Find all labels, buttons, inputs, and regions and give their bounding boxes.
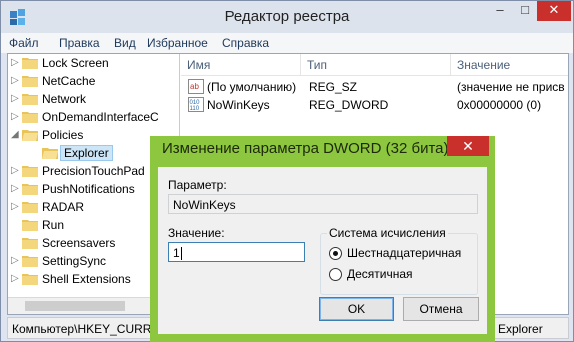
status-path-tail: Explorer [498,322,543,336]
collapse-arrow-icon[interactable]: ◢ [11,129,19,140]
tree-item-label: Shell Extensions [42,272,131,286]
string-value-icon: ab [188,79,204,94]
tree-item-label: RADAR [42,200,85,214]
expand-arrow-icon[interactable]: ▷ [11,255,19,266]
edit-dword-dialog: Изменение параметра DWORD (32 бита) ✕ Па… [150,136,495,342]
value-row-default[interactable]: ab (По умолчанию) REG_SZ (значение не пр… [181,78,568,96]
folder-icon [22,76,38,87]
value-type: REG_DWORD [309,98,389,112]
open-folder-icon [22,130,38,141]
value-name: (По умолчанию) [207,80,297,94]
radix-group-title: Система исчисления [327,226,448,240]
radix-hex-label: Шестнадцатеричная [347,246,462,260]
tree-item-network[interactable]: ▷ Network [8,90,179,108]
folder-icon [22,220,38,231]
value-type: REG_SZ [309,80,358,94]
folder-icon [22,202,38,213]
menu-help[interactable]: Справка [222,36,269,50]
folder-icon [22,94,38,105]
value-input-text: 1 [173,246,180,260]
binary-value-icon: 010110 [188,97,204,112]
value-label: Значение: [168,226,225,240]
menu-bar: Файл Правка Вид Избранное Справка [1,33,573,53]
close-button[interactable]: ✕ [537,1,571,21]
folder-icon [22,166,38,177]
value-name: NoWinKeys [207,98,270,112]
tree-item-label: PrecisionTouchPad [42,164,145,178]
tree-item-label: SettingSync [42,254,107,268]
value-data: 0x00000000 (0) [457,98,542,112]
folder-icon [22,238,38,249]
dialog-close-button[interactable]: ✕ [447,136,489,156]
value-row-nowinkeys[interactable]: 010 110 NoWinKeys REG_DWORD 0x00000000 (0… [181,96,568,114]
param-label: Параметр: [168,178,227,192]
menu-view[interactable]: Вид [114,36,136,50]
svg-text:110: 110 [190,106,200,112]
dialog-body: Параметр: NoWinKeys Значение: 1 Система … [158,167,487,334]
expand-arrow-icon[interactable]: ▷ [11,57,19,68]
tree-item-label: PushNotifications [42,182,135,196]
tree-item-label: Run [42,218,65,232]
tree-item-label: OnDemandInterfaceC [42,110,159,124]
minimize-button[interactable]: – [487,1,513,21]
tree-item-ondemandinterface[interactable]: ▷ OnDemandInterfaceC [8,108,179,126]
folder-icon [22,58,38,69]
radix-groupbox: Система исчисления Шестнадцатеричная Дес… [320,226,478,295]
menu-file[interactable]: Файл [9,36,39,50]
menu-favorites[interactable]: Избранное [147,36,208,50]
menu-edit[interactable]: Правка [59,36,100,50]
value-input[interactable]: 1 [168,242,305,262]
tree-item-label: Screensavers [42,236,116,250]
folder-icon [22,256,38,267]
text-caret [180,247,182,261]
maximize-button[interactable]: □ [513,1,537,21]
value-data: (значение не присв [457,80,565,94]
tree-item-netcache[interactable]: ▷ NetCache [8,72,179,90]
tree-item-label: NetCache [42,74,96,88]
ok-button[interactable]: OK [319,297,394,321]
expand-arrow-icon[interactable]: ▷ [11,93,19,104]
radix-dec-label: Десятичная [347,267,413,281]
tree-item-label: Explorer [60,145,113,161]
dialog-title: Изменение параметра DWORD (32 бита) [162,140,449,157]
svg-text:ab: ab [190,82,199,91]
param-name-field: NoWinKeys [168,194,478,214]
expand-arrow-icon[interactable]: ▷ [11,183,19,194]
folder-icon [22,184,38,195]
column-header-value[interactable]: Значение [451,54,568,76]
tree-item-label: Policies [42,128,84,142]
expand-arrow-icon[interactable]: ▷ [11,201,19,212]
expand-arrow-icon[interactable]: ▷ [11,111,19,122]
status-path: Компьютер\HKEY_CURREI [12,322,163,336]
expand-arrow-icon[interactable]: ▷ [11,165,19,176]
expand-arrow-icon[interactable]: ▷ [11,273,19,284]
tree-item-lock-screen[interactable]: ▷ Lock Screen [8,54,179,72]
column-header-type[interactable]: Тип [301,54,451,76]
tree-item-label: Network [42,92,87,106]
folder-icon [22,274,38,285]
radio-checked-icon[interactable] [329,247,342,260]
open-folder-icon [42,148,58,159]
folder-icon [22,112,38,123]
expand-arrow-icon[interactable]: ▷ [11,75,19,86]
radio-unchecked-icon[interactable] [329,268,342,281]
column-header-name[interactable]: Имя [181,54,301,76]
title-bar[interactable]: Редактор реестра – □ ✕ [1,1,573,33]
tree-item-label: Lock Screen [42,56,109,70]
cancel-button[interactable]: Отмена [403,297,479,321]
scrollbar-thumb[interactable] [25,301,125,311]
